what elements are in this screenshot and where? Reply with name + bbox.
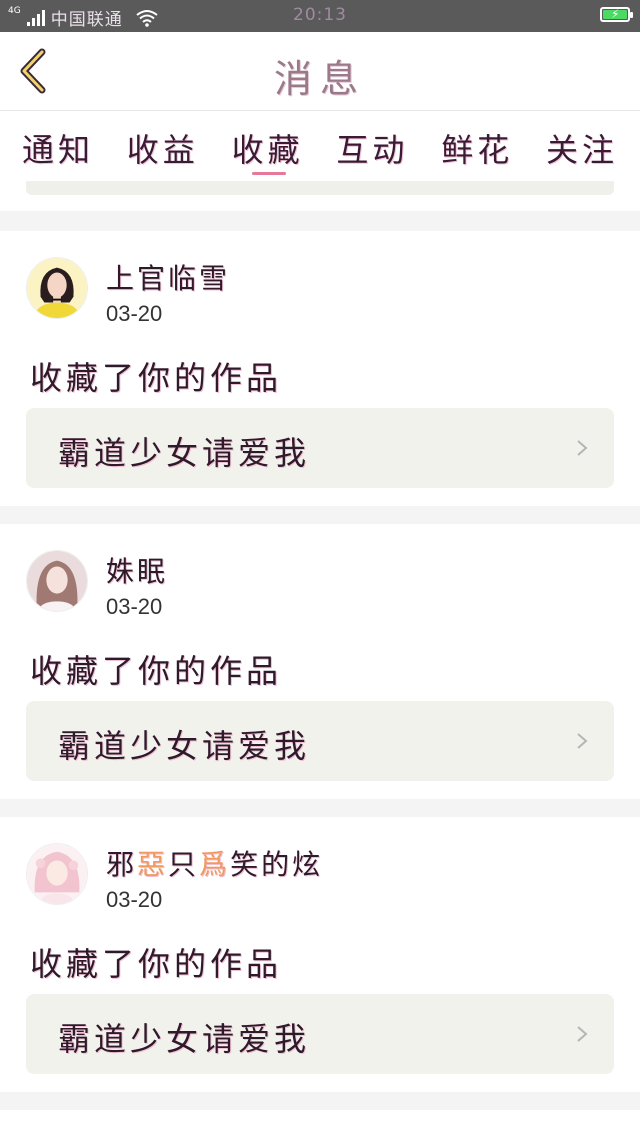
- username[interactable]: 上官临雪: [106, 257, 230, 297]
- username-accent: 惡: [137, 848, 169, 881]
- action-text: 收藏了你的作品: [30, 359, 283, 397]
- status-bar: 4G 中国联通 20:13 ⚡: [0, 0, 640, 32]
- username-accent: 爲: [199, 848, 231, 881]
- chevron-right-icon: [577, 1026, 588, 1042]
- tab-favorites[interactable]: 收藏: [232, 125, 304, 171]
- username[interactable]: 邪惡只爲笑的炫: [106, 843, 323, 883]
- message-card: 上官临雪 03-20 收藏了你的作品 霸道少女请爱我: [0, 231, 640, 506]
- work-title: 霸道少女请爱我: [58, 434, 311, 472]
- tab-bar: 通知 收益 收藏 互动 鲜花 关注: [0, 111, 640, 211]
- active-tab-indicator: [252, 172, 286, 175]
- username-part: 笑的炫: [230, 848, 324, 881]
- avatar[interactable]: [26, 843, 88, 905]
- work-link[interactable]: 霸道少女请爱我: [26, 408, 614, 488]
- message-card: 邪惡只爲笑的炫 03-20 收藏了你的作品 霸道少女请爱我: [0, 817, 640, 1092]
- tab-earnings[interactable]: 收益: [127, 125, 199, 171]
- tabs: 通知 收益 收藏 互动 鲜花 关注: [22, 125, 618, 171]
- message-date: 03-20: [106, 887, 163, 912]
- message-card: 姝眠 03-20 收藏了你的作品 霸道少女请爱我: [0, 524, 640, 799]
- avatar[interactable]: [26, 257, 88, 319]
- header: 消息: [0, 32, 640, 111]
- battery-icon: ⚡: [600, 7, 633, 22]
- message-date: 03-20: [106, 301, 163, 326]
- action-text: 收藏了你的作品: [30, 945, 283, 983]
- action-text: 收藏了你的作品: [30, 652, 283, 690]
- username[interactable]: 姝眠: [106, 550, 168, 590]
- avatar[interactable]: [26, 550, 88, 612]
- work-link[interactable]: 霸道少女请爱我: [26, 994, 614, 1074]
- status-clock: 20:13: [293, 5, 347, 25]
- message-date: 03-20: [106, 594, 163, 619]
- work-title: 霸道少女请爱我: [58, 727, 311, 765]
- work-title: 霸道少女请爱我: [58, 1020, 311, 1058]
- tab-flowers[interactable]: 鲜花: [441, 125, 513, 171]
- tab-notifications[interactable]: 通知: [22, 125, 94, 171]
- chevron-right-icon: [577, 440, 588, 456]
- page-title: 消息: [273, 57, 366, 101]
- tab-interactions[interactable]: 互动: [336, 125, 408, 171]
- work-link[interactable]: 霸道少女请爱我: [26, 701, 614, 781]
- username-part: 邪: [106, 848, 138, 881]
- message-card-partial: [0, 1110, 640, 1138]
- username-part: 只: [168, 848, 200, 881]
- tabs-strip: [26, 181, 614, 195]
- tab-follows[interactable]: 关注: [546, 125, 618, 171]
- chevron-right-icon: [577, 733, 588, 749]
